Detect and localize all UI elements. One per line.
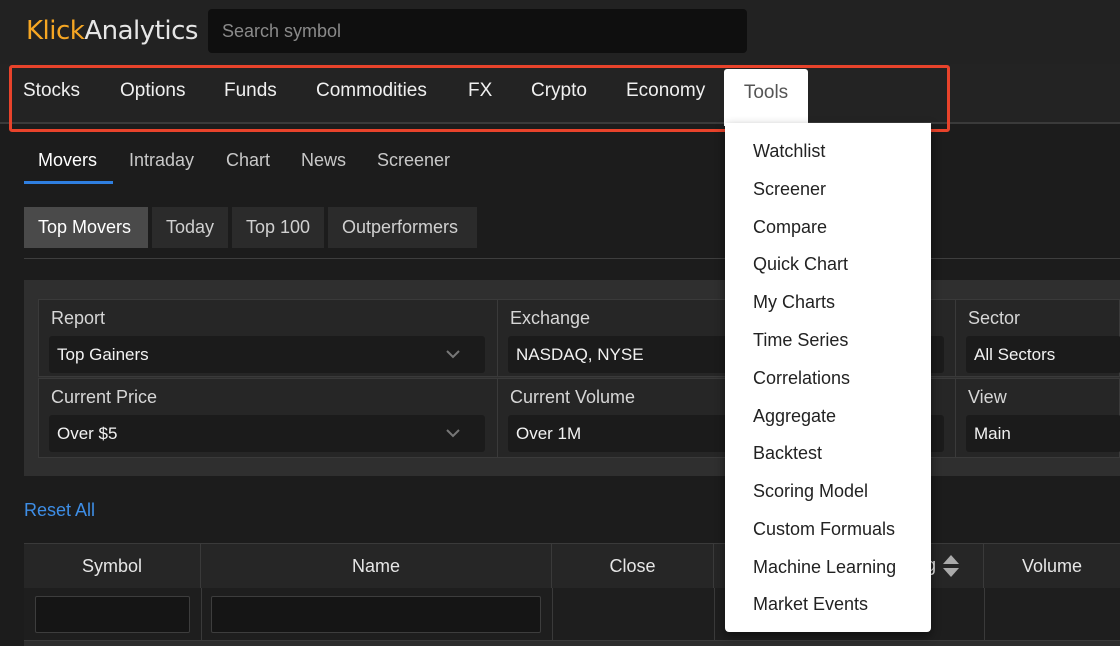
menu-item-compare[interactable]: Compare [753,217,827,238]
menu-item-my-charts[interactable]: My Charts [753,292,835,313]
view-select[interactable]: Main [966,415,1120,452]
pill-outperformers[interactable]: Outperformers [328,207,477,248]
filter-panel: Report Top Gainers Exchange NASDAQ, NYSE… [24,280,1120,476]
reset-all-link[interactable]: Reset All [24,500,95,521]
active-tab-indicator [24,181,113,184]
sector-select[interactable]: All Sectors [966,336,1120,373]
menu-item-aggregate[interactable]: Aggregate [753,406,836,427]
menu-item-market-events[interactable]: Market Events [753,594,868,615]
nav-funds[interactable]: Funds [224,80,277,102]
menu-item-time-series[interactable]: Time Series [753,330,848,351]
app-logo[interactable]: KlickAnalytics [26,16,198,46]
nav-options[interactable]: Options [120,80,185,102]
tools-dropdown-menu: Watchlist Screener Compare Quick Chart M… [725,123,931,632]
filter-view-label: View [968,387,1007,407]
current-price-select[interactable]: Over $5 [49,415,485,452]
chevron-down-icon [446,429,460,438]
menu-item-custom-formulas[interactable]: Custom Formuals [753,519,895,540]
filter-current-price: Current Price Over $5 [38,378,498,458]
menu-item-machine-learning[interactable]: Machine Learning [753,557,896,578]
nav-crypto[interactable]: Crypto [531,80,587,102]
chevron-down-icon [446,350,460,359]
filter-view: View Main [955,378,1120,458]
nav-stocks[interactable]: Stocks [23,80,80,102]
menu-item-scoring-model[interactable]: Scoring Model [753,481,868,502]
menu-item-quick-chart[interactable]: Quick Chart [753,254,848,275]
column-divider [984,588,985,640]
table-row [24,640,1120,646]
pill-top-100[interactable]: Top 100 [232,207,324,248]
nav-commodities[interactable]: Commodities [316,80,427,102]
column-divider [552,588,553,640]
current-price-select-value: Over $5 [57,424,118,443]
report-select[interactable]: Top Gainers [49,336,485,373]
column-header-name[interactable]: Name [201,544,552,588]
filter-sector-label: Sector [968,308,1021,328]
top-bar: KlickAnalytics [0,0,1120,64]
pill-top-movers[interactable]: Top Movers [24,207,148,248]
logo-part-analytics: Analytics [84,16,198,46]
main-nav: Stocks Options Funds Commodities FX Cryp… [0,64,1120,126]
filter-report: Report Top Gainers [38,299,498,377]
sector-select-value: All Sectors [974,345,1056,364]
sort-icon[interactable] [942,553,960,579]
nav-fx[interactable]: FX [468,80,492,102]
tab-intraday[interactable]: Intraday [129,150,194,171]
tab-screener[interactable]: Screener [377,150,450,171]
column-header-symbol[interactable]: Symbol [24,544,201,588]
filter-current-volume-label: Current Volume [510,387,636,407]
column-divider [714,588,715,640]
symbol-filter-input[interactable] [35,596,190,633]
filter-report-label: Report [51,308,106,328]
filter-sector: Sector All Sectors [955,299,1120,377]
menu-item-watchlist[interactable]: Watchlist [753,141,825,162]
section-divider [24,258,1120,259]
tab-news[interactable]: News [301,150,346,171]
column-divider [201,588,202,640]
tab-chart[interactable]: Chart [226,150,270,171]
pill-today[interactable]: Today [152,207,228,248]
filter-exchange-label: Exchange [510,308,591,328]
filter-current-price-label: Current Price [51,387,158,407]
column-header-close[interactable]: Close [552,544,714,588]
nav-tools[interactable]: Tools [724,69,808,126]
report-select-value: Top Gainers [57,345,149,364]
search-input[interactable] [208,9,747,53]
menu-item-backtest[interactable]: Backtest [753,443,822,464]
current-volume-select-value: Over 1M [516,424,582,443]
view-select-value: Main [974,424,1011,443]
name-filter-input[interactable] [211,596,541,633]
column-header-volume[interactable]: Volume [984,544,1120,588]
logo-part-klick: Klick [26,16,85,46]
nav-economy[interactable]: Economy [626,80,705,102]
tab-movers[interactable]: Movers [38,150,97,171]
menu-item-screener[interactable]: Screener [753,179,826,200]
menu-item-correlations[interactable]: Correlations [753,368,850,389]
exchange-select-value: NASDAQ, NYSE [516,345,644,364]
